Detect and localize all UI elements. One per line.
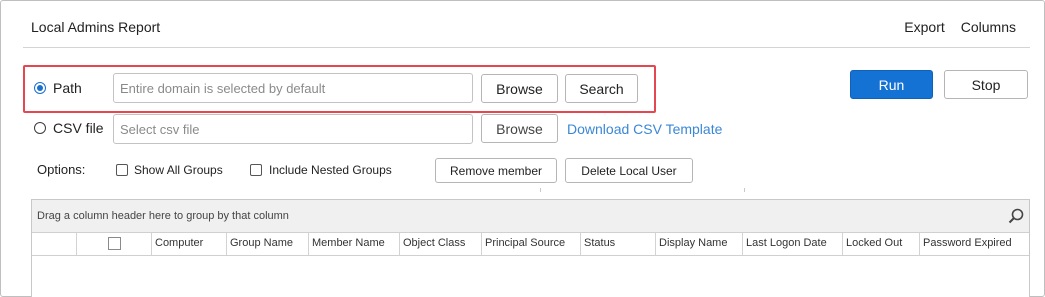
column-header-display-name[interactable]: Display Name <box>656 233 743 255</box>
delete-local-user-button[interactable]: Delete Local User <box>565 158 693 183</box>
column-header-member-name[interactable]: Member Name <box>309 233 400 255</box>
column-header-computer[interactable]: Computer <box>152 233 227 255</box>
path-input[interactable] <box>113 73 473 103</box>
options-label: Options: <box>37 162 86 177</box>
show-all-groups-checkbox[interactable] <box>116 164 128 176</box>
search-icon[interactable] <box>1007 207 1025 225</box>
column-header-last-logon-date[interactable]: Last Logon Date <box>743 233 843 255</box>
csv-browse-button[interactable]: Browse <box>481 114 558 143</box>
separator-tick <box>744 188 745 192</box>
browse-button[interactable]: Browse <box>481 74 558 103</box>
include-nested-groups-checkbox[interactable] <box>250 164 262 176</box>
results-grid: Drag a column header here to group by th… <box>31 199 1030 297</box>
column-header-principal-source[interactable]: Principal Source <box>482 233 581 255</box>
path-radio[interactable] <box>34 82 46 94</box>
column-header-group-name[interactable]: Group Name <box>227 233 309 255</box>
csv-input[interactable] <box>113 114 473 144</box>
top-actions: Export Columns <box>904 19 1016 35</box>
page-title: Local Admins Report <box>31 19 161 35</box>
csv-label: CSV file <box>53 120 104 136</box>
column-header-password-expired[interactable]: Password Expired <box>920 233 1029 255</box>
separator-tick <box>540 188 541 192</box>
column-header-locked-out[interactable]: Locked Out <box>843 233 920 255</box>
column-header-status[interactable]: Status <box>581 233 656 255</box>
export-button[interactable]: Export <box>904 19 944 35</box>
columns-button[interactable]: Columns <box>961 19 1016 35</box>
column-header-row: Computer Group Name Member Name Object C… <box>32 233 1029 256</box>
path-label: Path <box>53 80 82 96</box>
download-csv-template-link[interactable]: Download CSV Template <box>567 121 722 137</box>
title-divider <box>23 47 1030 48</box>
include-nested-groups-label: Include Nested Groups <box>269 163 392 177</box>
column-header-object-class[interactable]: Object Class <box>400 233 482 255</box>
row-indicator-header <box>32 233 77 255</box>
stop-button[interactable]: Stop <box>944 70 1028 99</box>
csv-radio[interactable] <box>34 122 46 134</box>
group-by-hint: Drag a column header here to group by th… <box>37 210 289 222</box>
group-by-panel[interactable]: Drag a column header here to group by th… <box>32 200 1029 233</box>
report-panel: Local Admins Report Export Columns Path … <box>0 0 1045 297</box>
run-button[interactable]: Run <box>850 70 933 99</box>
checkbox-column-header <box>77 233 152 255</box>
remove-member-button[interactable]: Remove member <box>435 158 557 183</box>
show-all-groups-label: Show All Groups <box>134 163 223 177</box>
search-button[interactable]: Search <box>565 74 638 103</box>
